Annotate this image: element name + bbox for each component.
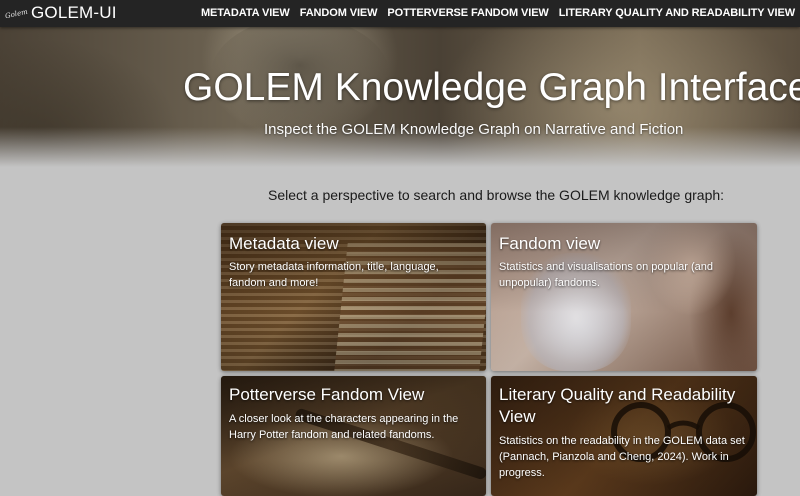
hero-title: GOLEM Knowledge Graph Interface [183,66,800,109]
card-title: Metadata view [229,234,339,253]
card-fandom-view[interactable]: Fandom view Statistics and visualisation… [491,223,757,371]
card-metadata-view[interactable]: Metadata view Story metadata information… [221,223,486,371]
brand-title[interactable]: GOLEM-UI [31,3,117,23]
nav-potterverse-fandom-view[interactable]: POTTERVERSE FANDOM VIEW [382,0,553,27]
logo-text: Golem [3,7,28,21]
app-bar: Golem GOLEM-UI METADATA VIEW FANDOM VIEW… [0,0,800,27]
card-description: Statistics and visualisations on popular… [499,261,714,289]
perspective-prompt: Select a perspective to search and brows… [268,187,725,203]
card-description: Story metadata information, title, langu… [229,261,439,289]
nav-literary-quality-view[interactable]: LITERARY QUALITY AND READABILITY VIEW [554,0,800,27]
golem-logo[interactable]: Golem [4,6,28,22]
nav-fandom-view[interactable]: FANDOM VIEW [295,0,383,27]
card-title: Fandom view [499,234,601,253]
hero-subtitle: Inspect the GOLEM Knowledge Graph on Nar… [264,121,684,138]
card-potterverse-fandom-view[interactable]: Potterverse Fandom View A closer look at… [221,376,486,496]
nav-metadata-view[interactable]: METADATA VIEW [196,0,295,27]
card-literary-quality-view[interactable]: Literary Quality and Readability View St… [491,376,757,496]
card-description: Statistics on the readability in the GOL… [499,435,745,479]
card-title: Literary Quality and Readability View [499,385,736,426]
card-description: A closer look at the characters appearin… [229,413,459,441]
card-title: Potterverse Fandom View [229,385,425,404]
main-nav: METADATA VIEW FANDOM VIEW POTTERVERSE FA… [196,0,800,27]
hero-banner: GOLEM Knowledge Graph Interface Inspect … [0,27,800,167]
